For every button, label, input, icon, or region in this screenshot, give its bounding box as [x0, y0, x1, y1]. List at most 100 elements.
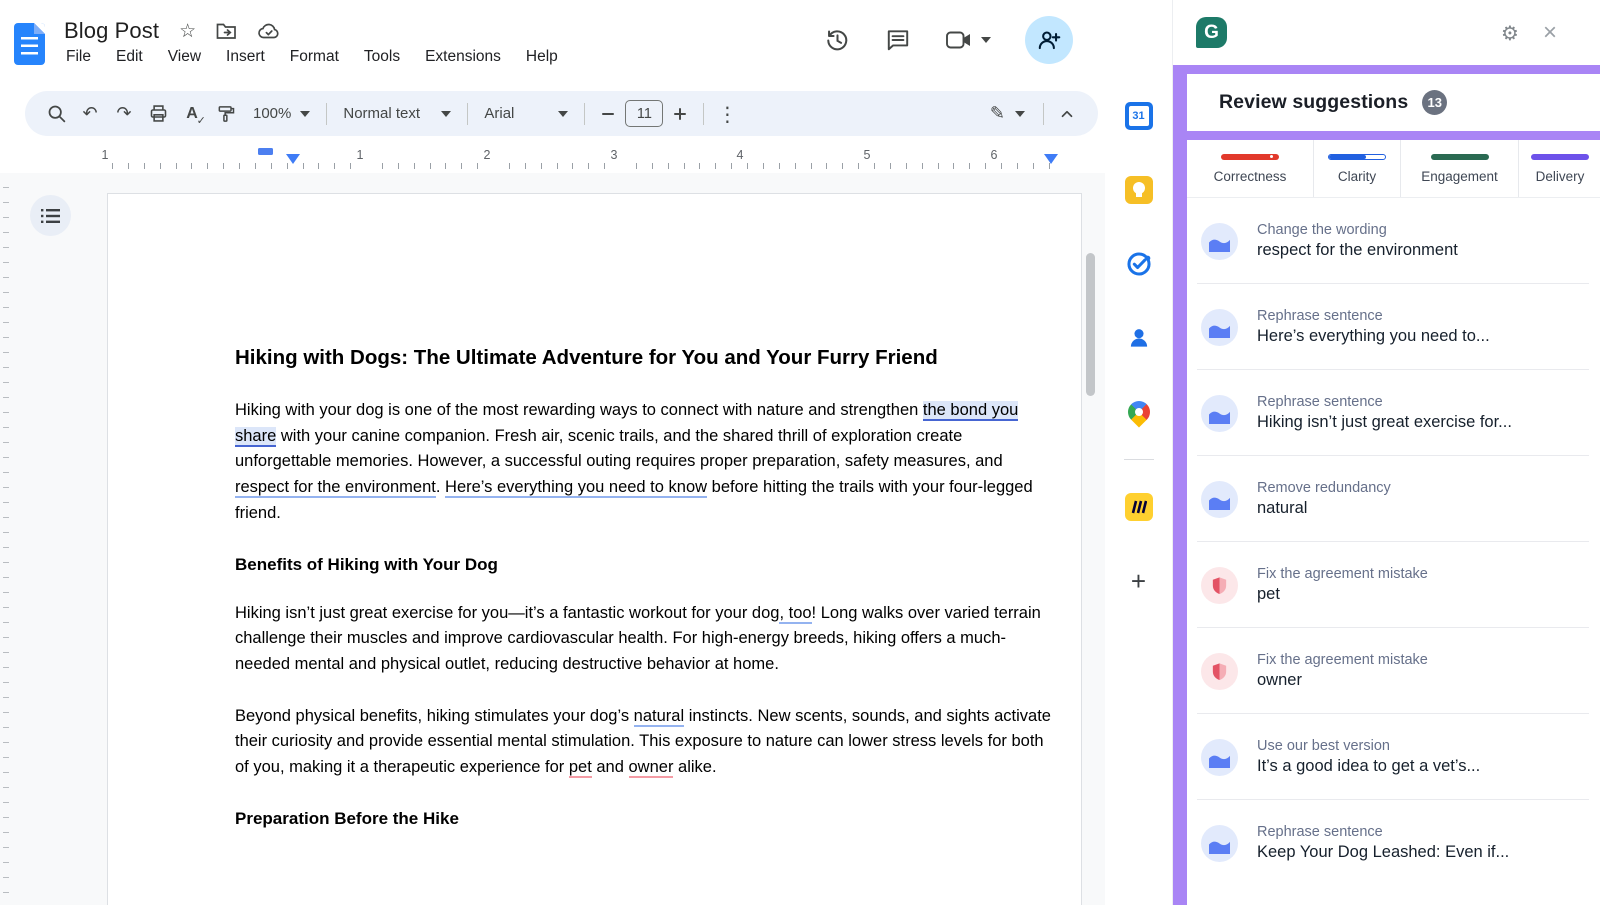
- menu-item-insert[interactable]: Insert: [226, 48, 265, 66]
- share-button[interactable]: [1025, 16, 1073, 64]
- ruler-tick: [398, 163, 399, 169]
- font-size-input[interactable]: 11: [625, 100, 663, 127]
- suggestion-body: Rephrase sentenceHiking isn’t just great…: [1257, 394, 1512, 432]
- suggestion-underline-blue[interactable]: respect for the environment: [235, 478, 436, 498]
- toolbar-separator: [703, 103, 704, 125]
- editing-mode-select[interactable]: ✎: [978, 96, 1037, 132]
- suggestion-item[interactable]: Change the wordingrespect for the enviro…: [1187, 198, 1600, 284]
- suggestion-body: Rephrase sentenceKeep Your Dog Leashed: …: [1257, 824, 1509, 862]
- pencil-icon: ✎: [990, 103, 1005, 124]
- ruler-tick: [699, 163, 700, 169]
- suggestion-item[interactable]: Rephrase sentenceHere’s everything you n…: [1187, 284, 1600, 370]
- ruler-tick: [557, 163, 558, 169]
- version-history-icon[interactable]: [824, 27, 851, 54]
- ruler-number: 6: [991, 148, 998, 162]
- tab-clarity[interactable]: Clarity: [1314, 140, 1401, 197]
- document-outline-button[interactable]: [30, 195, 71, 236]
- ruler-tick: [1033, 163, 1034, 169]
- video-call-control[interactable]: [945, 29, 991, 51]
- google-maps-icon[interactable]: [1124, 397, 1154, 427]
- suggestion-underline-red[interactable]: owner: [629, 758, 674, 778]
- ruler-tick: [318, 163, 319, 169]
- comments-icon[interactable]: [885, 27, 911, 53]
- suggestion-underline-blue[interactable]: natural: [634, 707, 684, 727]
- document-scrollbar[interactable]: [1086, 253, 1095, 396]
- ruler-tick: [1001, 163, 1002, 169]
- menu-item-edit[interactable]: Edit: [116, 48, 143, 66]
- google-keep-icon[interactable]: [1124, 175, 1154, 205]
- menu-item-file[interactable]: File: [66, 48, 91, 66]
- ruler-tick: [239, 163, 240, 169]
- close-panel-icon[interactable]: ×: [1543, 21, 1557, 45]
- ruler-tick: [985, 163, 986, 169]
- google-calendar-icon[interactable]: 31: [1124, 101, 1154, 131]
- first-line-indent-marker[interactable]: [258, 148, 273, 155]
- ruler-tick: [223, 163, 224, 169]
- tab-progress-fill: [1329, 155, 1366, 159]
- more-options-icon[interactable]: ⋮: [710, 97, 744, 131]
- grammarly-logo-icon[interactable]: G: [1196, 17, 1227, 48]
- menu-item-format[interactable]: Format: [290, 48, 339, 66]
- tab-delivery[interactable]: Delivery: [1519, 140, 1600, 197]
- suggestion-item[interactable]: Fix the agreement mistakepet: [1187, 542, 1600, 628]
- toolbar-separator: [1043, 103, 1044, 125]
- ruler-number: 5: [864, 148, 871, 162]
- text-run: .: [436, 478, 445, 496]
- suggestion-item[interactable]: Fix the agreement mistakeowner: [1187, 628, 1600, 714]
- document-page[interactable]: Hiking with Dogs: The Ultimate Adventure…: [107, 193, 1082, 905]
- ruler-tick: [255, 163, 256, 169]
- google-tasks-icon[interactable]: [1124, 249, 1154, 279]
- suggestion-item[interactable]: Rephrase sentenceKeep Your Dog Leashed: …: [1187, 800, 1600, 886]
- vertical-ruler[interactable]: [0, 173, 9, 905]
- menu-item-tools[interactable]: Tools: [364, 48, 400, 66]
- miro-icon[interactable]: [1124, 492, 1154, 522]
- suggestion-underline-blue[interactable]: Here’s everything you need to know: [445, 478, 707, 498]
- docs-main: Blog Post ☆ File Edit View Insert Format Tool…: [0, 0, 1105, 905]
- paragraph-style-select[interactable]: Normal text: [333, 97, 461, 131]
- document-title[interactable]: Blog Post: [64, 18, 159, 44]
- ruler-tick: [588, 163, 589, 169]
- font-family-select[interactable]: Arial: [474, 97, 578, 131]
- suggestion-category: Use our best version: [1257, 738, 1480, 754]
- menu-item-extensions[interactable]: Extensions: [425, 48, 501, 66]
- move-to-folder-icon[interactable]: [216, 22, 237, 40]
- settings-gear-icon[interactable]: ⚙: [1501, 23, 1519, 43]
- paint-format-icon[interactable]: [209, 97, 243, 131]
- clarity-wave-icon: [1201, 739, 1238, 776]
- redo-icon[interactable]: ↷: [107, 97, 141, 131]
- suggestion-body: Fix the agreement mistakeowner: [1257, 652, 1428, 690]
- menu-item-view[interactable]: View: [168, 48, 201, 66]
- clarity-wave-icon: [1201, 223, 1238, 260]
- undo-icon[interactable]: ↶: [73, 97, 107, 131]
- suggestion-text: natural: [1257, 499, 1391, 518]
- spellcheck-icon[interactable]: A✓: [175, 97, 209, 131]
- left-indent-marker[interactable]: [286, 154, 300, 164]
- get-add-ons-icon[interactable]: +: [1124, 566, 1154, 596]
- tab-engagement[interactable]: Engagement: [1401, 140, 1519, 197]
- menu-item-help[interactable]: Help: [526, 48, 558, 66]
- google-docs-logo-icon[interactable]: [14, 23, 45, 65]
- decrease-font-size-button[interactable]: [591, 97, 625, 131]
- tab-progress-bar: [1531, 154, 1589, 160]
- print-icon[interactable]: [141, 97, 175, 131]
- zoom-select[interactable]: 100%: [243, 97, 320, 131]
- star-icon[interactable]: ☆: [179, 22, 196, 41]
- suggestion-underline-red[interactable]: pet: [569, 758, 592, 778]
- hide-menus-button[interactable]: [1050, 97, 1084, 131]
- suggestion-item[interactable]: Remove redundancynatural: [1187, 456, 1600, 542]
- suggestion-item[interactable]: Use our best versionIt’s a good idea to …: [1187, 714, 1600, 800]
- suggestion-underline-blue[interactable]: , too: [779, 604, 811, 624]
- horizontal-ruler[interactable]: 1123456: [0, 145, 1105, 173]
- tab-correctness[interactable]: Correctness: [1187, 140, 1314, 197]
- search-icon[interactable]: [39, 97, 73, 131]
- suggestion-body: Remove redundancynatural: [1257, 480, 1391, 518]
- ruler-tick: [414, 163, 415, 169]
- text-run: with your canine companion. Fresh air, s…: [235, 427, 1003, 471]
- suggestion-item[interactable]: Rephrase sentenceHiking isn’t just great…: [1187, 370, 1600, 456]
- cloud-saved-icon[interactable]: [257, 22, 281, 40]
- increase-font-size-button[interactable]: [663, 97, 697, 131]
- right-indent-marker[interactable]: [1044, 154, 1058, 164]
- toolbar-separator: [467, 103, 468, 125]
- text-run: Hiking with your dog is one of the most …: [235, 401, 923, 419]
- google-contacts-icon[interactable]: [1124, 323, 1154, 353]
